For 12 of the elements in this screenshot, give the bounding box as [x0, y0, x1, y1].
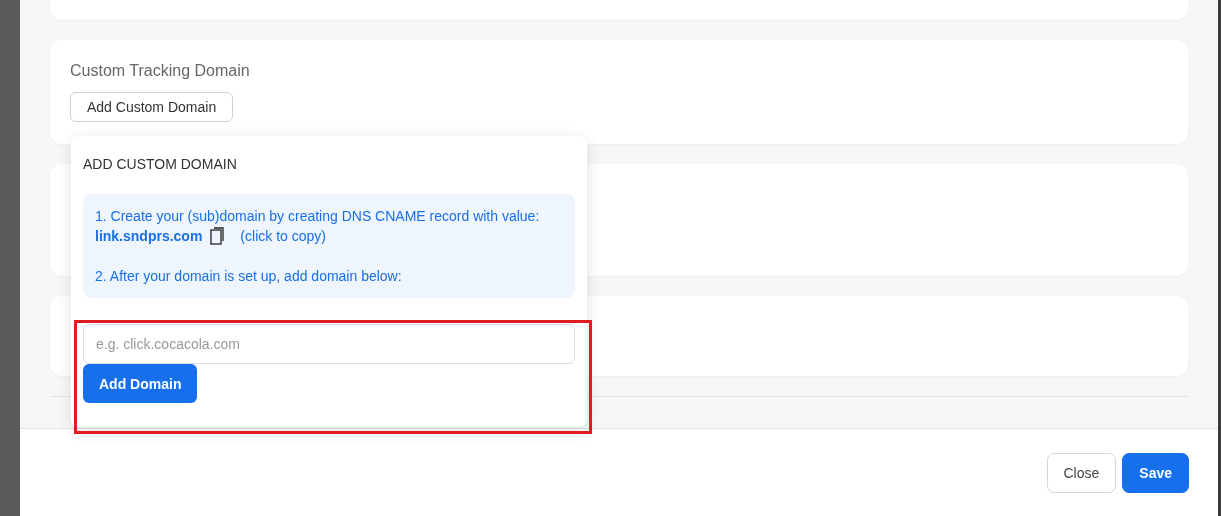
instruction-text: 2. After your domain is set up, add domain below: — [95, 267, 403, 286]
add-domain-button[interactable]: Add Domain — [83, 364, 198, 403]
copy-icon[interactable] — [210, 227, 225, 245]
popover-title: ADD CUSTOM DOMAIN — [83, 156, 238, 172]
instruction-text: 1. Create your (sub)domain by creating DNS CNAME record with value: — [95, 207, 541, 226]
save-button[interactable]: Save — [1122, 452, 1189, 493]
cname-value[interactable]: link.sndprs.com — [95, 226, 203, 246]
section-title: Custom Tracking Domain — [70, 62, 250, 80]
copy-hint: (click to copy) — [240, 227, 326, 246]
close-button[interactable]: Close — [1046, 452, 1117, 493]
domain-input[interactable]: e.g. click.cocacola.com — [83, 324, 575, 364]
add-custom-domain-button[interactable]: Add Custom Domain — [70, 92, 234, 122]
